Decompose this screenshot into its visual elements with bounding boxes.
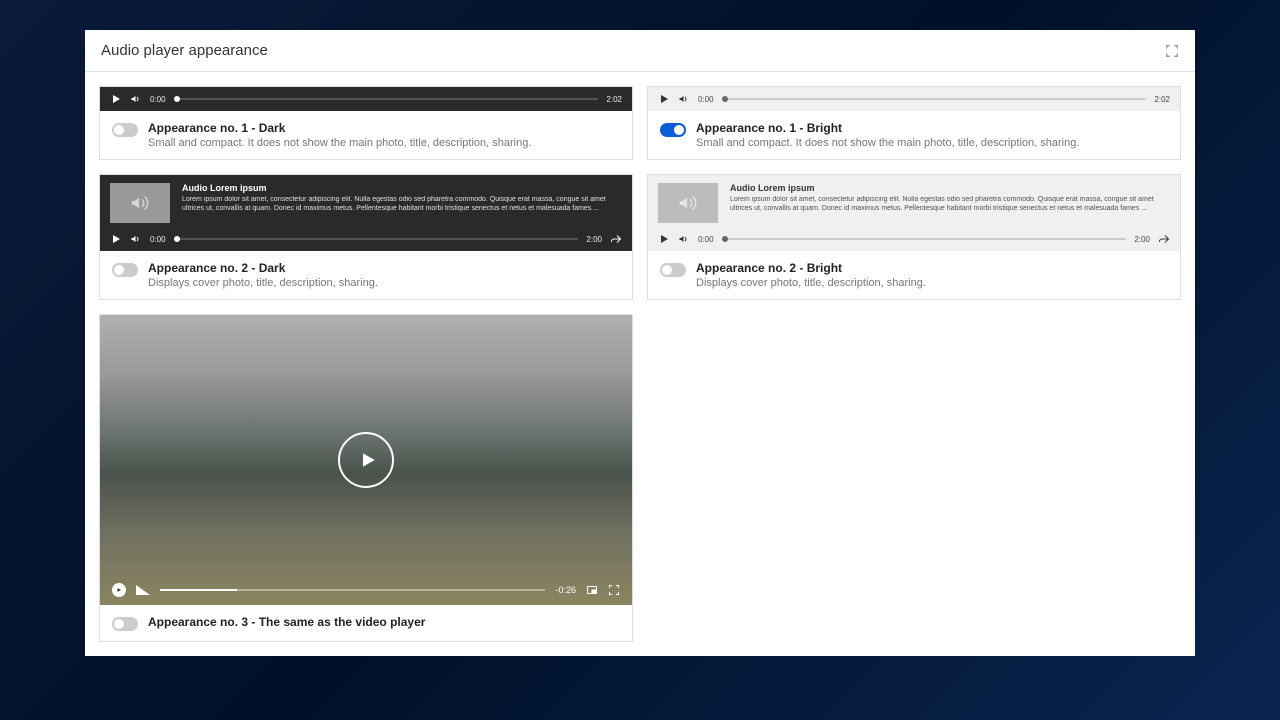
settings-panel: Audio player appearance 0:00 2:02 Appear… xyxy=(85,30,1195,656)
option-desc: Small and compact. It does not show the … xyxy=(148,137,531,149)
audio-meta-bright: Audio Lorem ipsum Lorem ipsum dolor sit … xyxy=(648,175,1180,227)
toggle-appearance-2-bright[interactable] xyxy=(660,263,686,277)
toggle-appearance-1-bright[interactable] xyxy=(660,123,686,137)
video-play-button[interactable] xyxy=(338,432,394,488)
audio-description: Lorem ipsum dolor sit amet, consectetur … xyxy=(182,195,622,213)
option-row: Appearance no. 2 - Dark Displays cover p… xyxy=(100,251,632,299)
play-icon[interactable] xyxy=(112,583,126,597)
time-current: 0:00 xyxy=(150,235,166,244)
audio-meta-dark: Audio Lorem ipsum Lorem ipsum dolor sit … xyxy=(100,175,632,227)
option-title: Appearance no. 2 - Dark xyxy=(148,261,378,275)
panel-header: Audio player appearance xyxy=(85,30,1195,72)
option-title: Appearance no. 2 - Bright xyxy=(696,261,926,275)
audio-description: Lorem ipsum dolor sit amet, consectetur … xyxy=(730,195,1170,213)
time-current: 0:00 xyxy=(150,95,166,104)
option-row: Appearance no. 1 - Bright Small and comp… xyxy=(648,111,1180,159)
audio-player-dark-compact: 0:00 2:02 xyxy=(100,87,632,111)
play-icon[interactable] xyxy=(658,233,670,245)
share-icon[interactable] xyxy=(1158,233,1170,245)
progress-bar[interactable] xyxy=(722,238,1127,240)
video-preview: -0:26 xyxy=(100,315,632,605)
play-icon[interactable] xyxy=(658,93,670,105)
option-desc: Displays cover photo, title, description… xyxy=(696,277,926,289)
time-total: 2:02 xyxy=(1154,95,1170,104)
option-row: Appearance no. 3 - The same as the video… xyxy=(100,605,632,641)
audio-thumbnail xyxy=(110,183,170,223)
fullscreen-icon[interactable] xyxy=(608,584,620,596)
pip-icon[interactable] xyxy=(586,584,598,596)
share-icon[interactable] xyxy=(610,233,622,245)
time-total: 2:02 xyxy=(606,95,622,104)
time-current: 0:00 xyxy=(698,235,714,244)
volume-icon[interactable] xyxy=(678,93,690,105)
progress-bar[interactable] xyxy=(174,238,579,240)
fullscreen-icon[interactable] xyxy=(1165,44,1179,58)
audio-player-bright-compact: 0:00 2:02 xyxy=(648,87,1180,111)
video-controls: -0:26 xyxy=(100,575,632,605)
audio-thumbnail xyxy=(658,183,718,223)
audio-title: Audio Lorem ipsum xyxy=(730,183,1170,193)
panel-body: 0:00 2:02 Appearance no. 1 - Dark Small … xyxy=(85,72,1195,656)
time-total: 2:00 xyxy=(586,235,602,244)
play-icon[interactable] xyxy=(110,233,122,245)
card-appearance-3-video: -0:26 Appearance no. 3 - The same as the… xyxy=(99,314,633,642)
volume-icon[interactable] xyxy=(136,585,150,595)
time-current: 0:00 xyxy=(698,95,714,104)
panel-title: Audio player appearance xyxy=(101,42,268,59)
volume-icon[interactable] xyxy=(130,233,142,245)
option-desc: Displays cover photo, title, description… xyxy=(148,277,378,289)
time-total: 2:00 xyxy=(1134,235,1150,244)
card-appearance-2-dark: Audio Lorem ipsum Lorem ipsum dolor sit … xyxy=(99,174,633,300)
volume-icon[interactable] xyxy=(130,93,142,105)
video-time: -0:26 xyxy=(555,585,576,595)
card-appearance-1-dark: 0:00 2:02 Appearance no. 1 - Dark Small … xyxy=(99,86,633,160)
option-desc: Small and compact. It does not show the … xyxy=(696,137,1079,149)
audio-player-dark-full: 0:00 2:00 xyxy=(100,227,632,251)
sound-wave-icon xyxy=(129,192,151,214)
volume-icon[interactable] xyxy=(678,233,690,245)
option-title: Appearance no. 1 - Bright xyxy=(696,121,1079,135)
card-appearance-2-bright: Audio Lorem ipsum Lorem ipsum dolor sit … xyxy=(647,174,1181,300)
toggle-appearance-1-dark[interactable] xyxy=(112,123,138,137)
audio-title: Audio Lorem ipsum xyxy=(182,183,622,193)
option-title: Appearance no. 3 - The same as the video… xyxy=(148,615,425,629)
progress-bar[interactable] xyxy=(722,98,1147,100)
option-row: Appearance no. 2 - Bright Displays cover… xyxy=(648,251,1180,299)
option-row: Appearance no. 1 - Dark Small and compac… xyxy=(100,111,632,159)
toggle-appearance-2-dark[interactable] xyxy=(112,263,138,277)
toggle-appearance-3-video[interactable] xyxy=(112,617,138,631)
video-progress-bar[interactable] xyxy=(160,589,545,591)
progress-bar[interactable] xyxy=(174,98,599,100)
play-icon[interactable] xyxy=(110,93,122,105)
card-appearance-1-bright: 0:00 2:02 Appearance no. 1 - Bright Smal… xyxy=(647,86,1181,160)
audio-player-bright-full: 0:00 2:00 xyxy=(648,227,1180,251)
sound-wave-icon xyxy=(677,192,699,214)
option-title: Appearance no. 1 - Dark xyxy=(148,121,531,135)
